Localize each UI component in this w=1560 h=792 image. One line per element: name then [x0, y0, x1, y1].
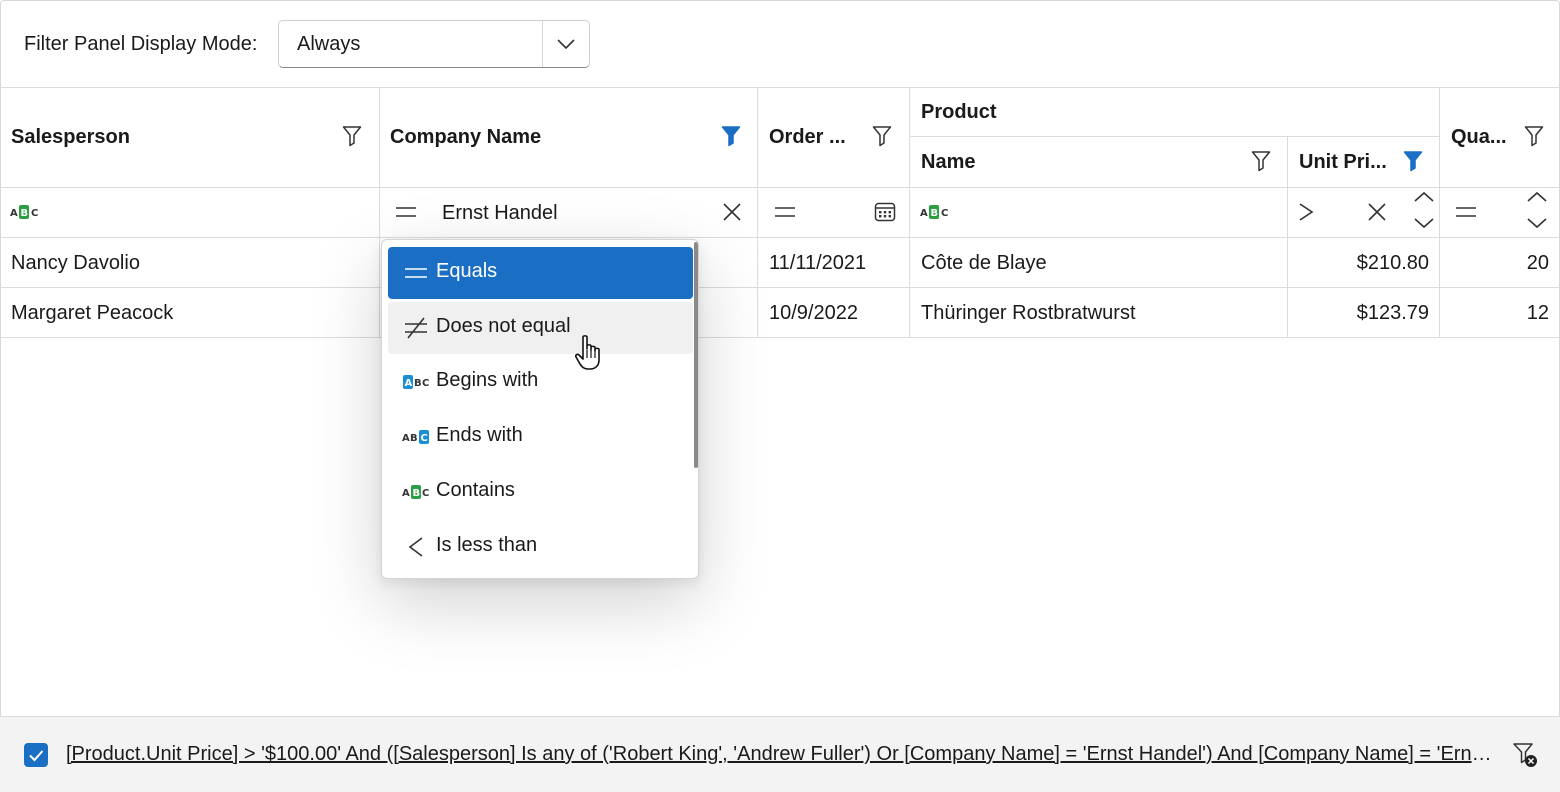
- cell-product-name: Côte de Blaye: [921, 252, 1047, 274]
- chevron-down-icon[interactable]: [555, 35, 577, 53]
- display-mode-value: Always: [297, 33, 361, 55]
- filter-active-icon[interactable]: [1403, 150, 1423, 172]
- condition-label: Begins with: [436, 369, 539, 391]
- cell-quantity: 20: [1526, 252, 1549, 274]
- equals-icon[interactable]: [394, 204, 418, 220]
- grid-line: [0, 337, 1560, 338]
- filter-panel: [Product.Unit Price] > '$100.00' And ([S…: [0, 716, 1560, 792]
- filter-icon[interactable]: [342, 125, 362, 147]
- equals-icon[interactable]: [1454, 204, 1478, 220]
- condition-item-equals[interactable]: Equals: [388, 247, 693, 299]
- condition-item-less-than[interactable]: Is less than: [388, 521, 693, 573]
- svg-text:C: C: [422, 488, 429, 499]
- check-icon: [29, 750, 44, 762]
- filter-icon[interactable]: [1524, 125, 1544, 147]
- data-grid: Salesperson Company Name Order ... Produ…: [0, 87, 1560, 339]
- condition-item-contains[interactable]: A B C Contains: [388, 466, 693, 518]
- contains-icon[interactable]: A B C: [920, 204, 952, 220]
- grid-line: [379, 87, 380, 338]
- filter-enable-checkbox[interactable]: [24, 743, 48, 767]
- svg-text:A: A: [402, 433, 410, 444]
- combo-separator: [542, 21, 543, 67]
- condition-label: Does not equal: [436, 315, 571, 337]
- condition-label: Is less than: [436, 534, 538, 556]
- cell-unit-price: $210.80: [1356, 252, 1429, 274]
- contains-icon: A B C: [402, 485, 429, 499]
- chevron-up-icon[interactable]: [1526, 190, 1548, 204]
- svg-text:C: C: [421, 433, 428, 444]
- clear-filter-icon[interactable]: [1512, 741, 1540, 769]
- grid-line: [0, 237, 1560, 238]
- condition-item-not-equal[interactable]: Does not equal: [388, 302, 693, 354]
- equals-icon[interactable]: [773, 204, 797, 220]
- condition-label: Contains: [436, 479, 515, 501]
- svg-text:C: C: [31, 208, 38, 219]
- toolbar: Filter Panel Display Mode: Always: [0, 0, 1560, 88]
- less-than-icon: [408, 537, 423, 557]
- svg-text:B: B: [414, 378, 422, 389]
- ends-with-icon: A B C: [402, 430, 429, 444]
- chevron-up-icon[interactable]: [1413, 190, 1435, 204]
- grid-line: [0, 87, 1560, 88]
- svg-text:A: A: [10, 208, 18, 219]
- condition-label: Ends with: [436, 424, 523, 446]
- condition-label: Equals: [436, 260, 498, 282]
- svg-text:A: A: [402, 488, 410, 499]
- calendar-icon[interactable]: [874, 201, 896, 223]
- header-label: Name: [921, 151, 976, 173]
- cell-order-date: 11/11/2021: [769, 252, 867, 274]
- display-mode-label: Filter Panel Display Mode:: [24, 33, 258, 55]
- condition-dropdown: Equals Does not equal A B C Begins with …: [381, 239, 699, 579]
- filter-icon[interactable]: [1251, 150, 1271, 172]
- begins-with-icon: A B C: [403, 375, 429, 389]
- header-label: Company Name: [390, 126, 542, 148]
- svg-text:C: C: [422, 378, 429, 389]
- grid-line: [909, 136, 1439, 137]
- svg-text:A: A: [920, 208, 928, 219]
- filter-active-icon[interactable]: [721, 125, 741, 147]
- cell-salesperson: Margaret Peacock: [11, 302, 174, 324]
- header-label: Salesperson: [11, 126, 130, 148]
- filter-icon[interactable]: [872, 125, 892, 147]
- header-label: Qua...: [1451, 126, 1507, 148]
- grid-line: [1439, 87, 1440, 338]
- condition-item-ends-with[interactable]: A B C Ends with: [388, 411, 693, 463]
- contains-icon[interactable]: A B C: [10, 204, 42, 220]
- cell-quantity: 12: [1526, 302, 1549, 324]
- filter-expression-link[interactable]: [Product.Unit Price] > '$100.00' And ([S…: [66, 743, 1498, 766]
- hand-cursor-icon: [574, 335, 600, 370]
- svg-text:C: C: [941, 208, 948, 219]
- cell-order-date: 10/9/2022: [769, 302, 858, 324]
- company-filter-value[interactable]: Ernst Handel: [442, 202, 558, 225]
- chevron-down-icon[interactable]: [1413, 216, 1435, 230]
- equals-icon: [405, 268, 427, 278]
- grid-line: [0, 187, 1560, 188]
- svg-text:A: A: [405, 378, 413, 389]
- grid-line: [1287, 137, 1288, 338]
- not-equal-icon: [405, 317, 427, 339]
- greater-than-icon[interactable]: [1298, 202, 1314, 222]
- display-mode-combobox[interactable]: Always: [278, 20, 590, 68]
- grid-line: [909, 87, 910, 338]
- dropdown-scrollbar[interactable]: [694, 242, 698, 468]
- svg-text:B: B: [21, 208, 29, 219]
- cell-unit-price: $123.79: [1356, 302, 1429, 324]
- chevron-down-icon[interactable]: [1526, 216, 1548, 230]
- header-label: Unit Pri...: [1299, 151, 1387, 173]
- svg-text:B: B: [931, 208, 939, 219]
- svg-text:B: B: [413, 488, 421, 499]
- close-icon[interactable]: [1367, 202, 1387, 222]
- band-header-product: Product: [921, 101, 997, 123]
- condition-item-begins-with[interactable]: A B C Begins with: [388, 356, 693, 408]
- close-icon[interactable]: [722, 202, 742, 222]
- grid-line: [0, 287, 1560, 288]
- header-label: Order ...: [769, 126, 846, 148]
- grid-line: [757, 87, 758, 338]
- cell-salesperson: Nancy Davolio: [11, 252, 140, 274]
- cell-product-name: Thüringer Rostbratwurst: [921, 302, 1136, 324]
- svg-text:B: B: [410, 433, 418, 444]
